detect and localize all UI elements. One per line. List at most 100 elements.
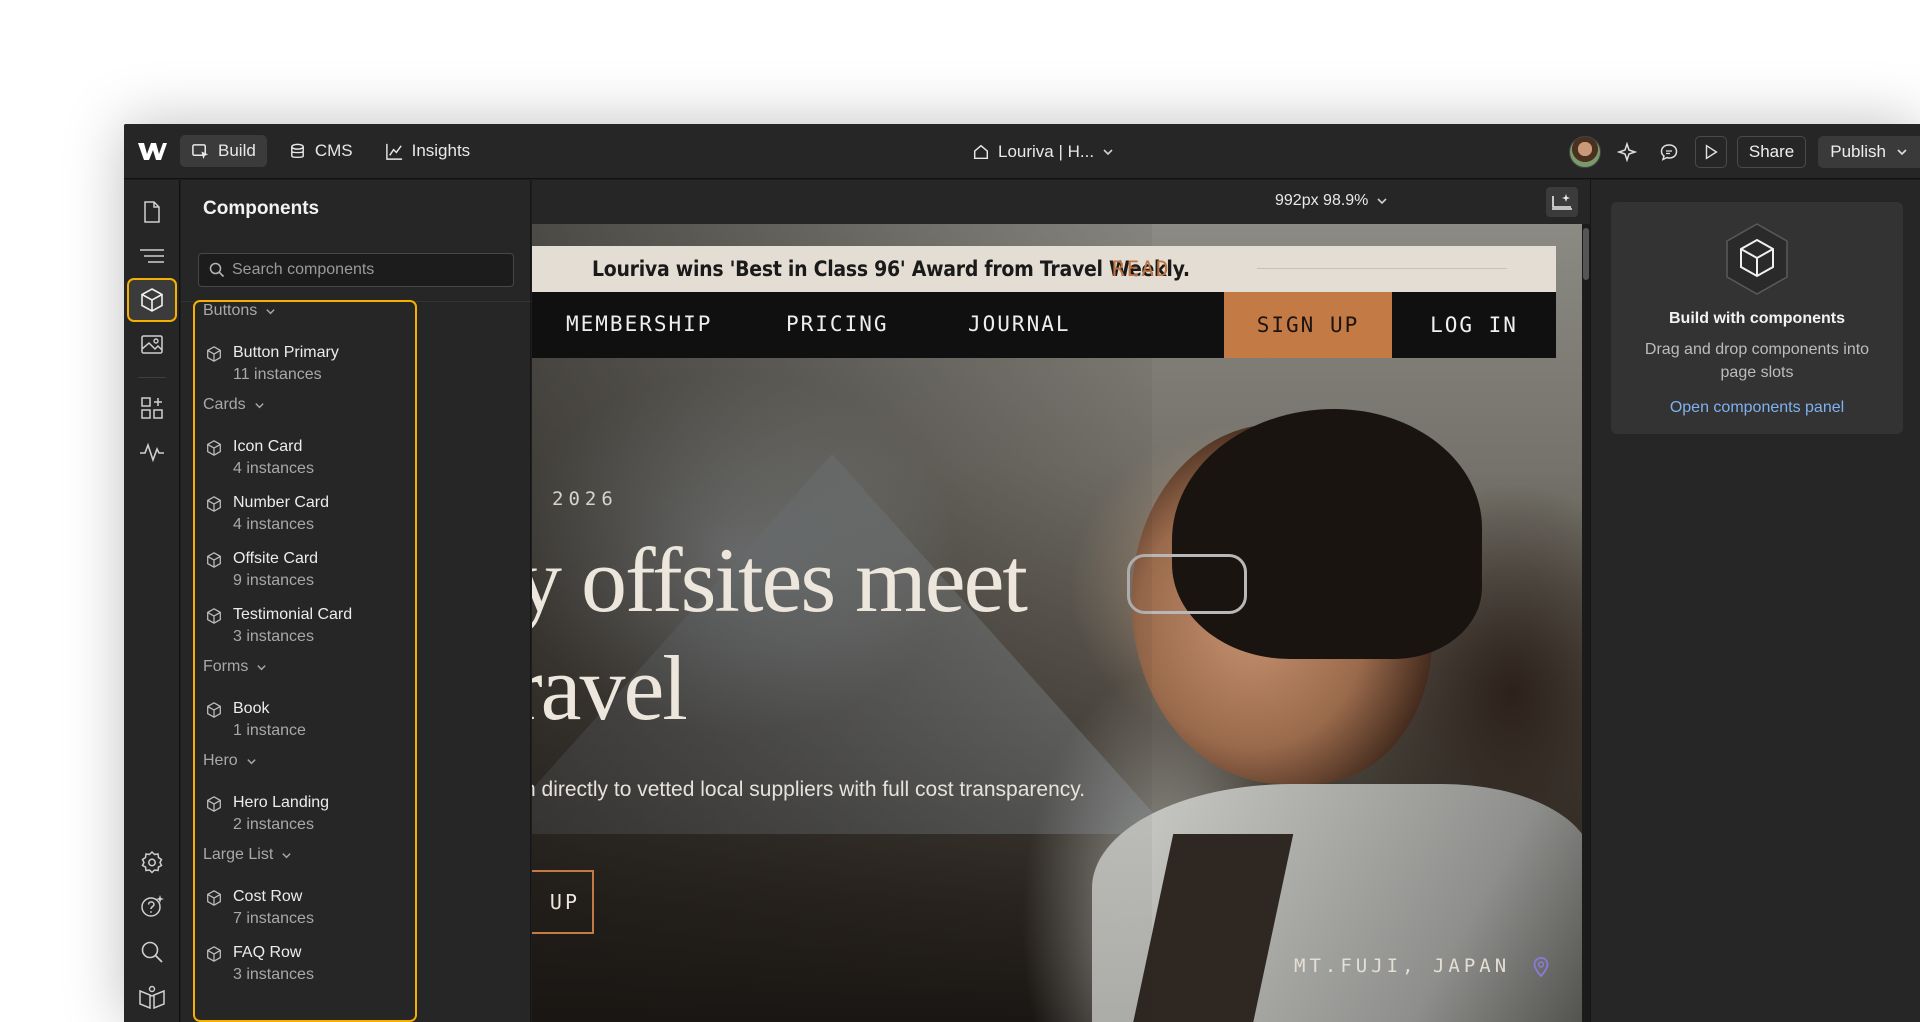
hero-subline: n directly to vetted local suppliers wit… [532, 778, 1086, 801]
play-icon [1705, 143, 1718, 160]
page-selector[interactable]: Louriva | H... [972, 136, 1114, 168]
component-item[interactable]: Testimonial Card 3 instances [205, 606, 405, 652]
apps-icon[interactable] [127, 386, 177, 430]
settings-icon[interactable] [127, 840, 177, 884]
component-instance-count: 3 instances [233, 628, 314, 645]
component-name: Hero Landing [233, 794, 330, 811]
rail-divider [138, 377, 166, 378]
designer-window: Build CMS Insights Louriva | H... Share … [124, 124, 1920, 1022]
component-item[interactable]: FAQ Row 3 instances [205, 944, 405, 990]
canvas-scroll-thumb[interactable] [1583, 228, 1589, 280]
page-name: Louriva | H... [998, 142, 1095, 161]
component-item[interactable]: Cost Row 7 instances [205, 888, 405, 934]
component-group-cards[interactable]: Cards [203, 396, 265, 414]
publish-label: Publish [1830, 141, 1886, 161]
component-cube-icon [1724, 222, 1790, 301]
nav-cms-button[interactable]: CMS [277, 135, 364, 167]
location-pin-icon [1532, 956, 1550, 983]
component-instance-count: 9 instances [233, 572, 314, 589]
chevron-down-icon [1103, 149, 1113, 156]
component-item[interactable]: Offsite Card 9 instances [205, 550, 405, 596]
search-icon[interactable] [127, 930, 177, 974]
component-instance-count: 1 instance [233, 722, 306, 739]
component-item[interactable]: Book 1 instance [205, 700, 405, 746]
chevron-down-icon [1377, 198, 1387, 205]
tutorials-icon[interactable] [127, 976, 177, 1020]
component-name: Icon Card [233, 438, 303, 455]
breakpoint-zoom-select[interactable]: 992px 98.9% [1275, 192, 1388, 210]
share-button[interactable]: Share [1736, 135, 1807, 168]
nav-insights-button[interactable]: Insights [374, 135, 482, 167]
help-icon[interactable] [127, 884, 177, 928]
site-navbar[interactable]: MEMBERSHIP PRICING JOURNAL SIGN UP LOG I… [532, 292, 1556, 358]
empty-state-title: Build with components [1669, 310, 1845, 327]
group-label: Large List [203, 846, 274, 863]
top-right-actions: Share Publish [1568, 124, 1920, 179]
component-instance-count: 11 instances [233, 366, 322, 383]
component-item[interactable]: Hero Landing 2 instances [205, 794, 405, 840]
nav-build-button[interactable]: Build [180, 135, 267, 167]
ai-assistant-button[interactable] [1611, 136, 1643, 168]
component-item[interactable]: Button Primary 11 instances [205, 344, 405, 390]
desktop-breakpoint-icon[interactable] [1546, 187, 1578, 217]
site-nav-membership[interactable]: MEMBERSHIP [566, 312, 712, 336]
component-group-large-list[interactable]: Large List [203, 846, 292, 864]
announcement-rule [1257, 268, 1507, 269]
site-nav-pricing[interactable]: PRICING [786, 312, 889, 336]
hero-cta-button[interactable]: UP [532, 870, 594, 934]
search-input[interactable] [232, 261, 502, 279]
webflow-logo-icon[interactable] [124, 124, 180, 179]
hero-location: MT.FUJI, JAPAN [1294, 955, 1511, 977]
component-icon [205, 701, 223, 724]
canvas-scrollbar[interactable] [1582, 224, 1590, 1022]
chevron-down-icon [281, 850, 292, 861]
chevron-down-icon [265, 306, 276, 317]
publish-button[interactable]: Publish [1818, 135, 1920, 168]
pages-icon[interactable] [127, 190, 177, 234]
component-name: Number Card [233, 494, 330, 511]
preview-button[interactable] [1694, 135, 1727, 168]
search-components[interactable] [198, 253, 514, 287]
chevron-down-icon [246, 756, 257, 767]
empty-state-card: Build with components Drag and drop comp… [1611, 202, 1903, 434]
zoom-label: 992px 98.9% [1275, 192, 1369, 209]
navigator-icon[interactable] [127, 234, 177, 278]
group-label: Forms [203, 658, 249, 675]
component-item[interactable]: Number Card 4 instances [205, 494, 405, 540]
design-canvas[interactable]: Louriva wins 'Best in Class 96' Award fr… [532, 224, 1590, 1022]
component-name: Cost Row [233, 888, 303, 905]
hero-headline-line-1: ny offsites meet [532, 529, 1028, 631]
database-icon [290, 143, 304, 158]
component-icon [205, 345, 223, 368]
components-icon[interactable] [127, 278, 177, 322]
hero-eyebrow: 2026 [552, 488, 618, 510]
activity-icon[interactable] [127, 430, 177, 474]
site-preview[interactable]: Louriva wins 'Best in Class 96' Award fr… [532, 224, 1582, 1022]
component-instance-count: 4 instances [233, 460, 314, 477]
comments-button[interactable] [1653, 136, 1685, 168]
avatar[interactable] [1568, 135, 1601, 168]
canvas-toolbar: 992px 98.9% [532, 180, 1685, 224]
component-icon [205, 889, 223, 912]
component-icon [205, 607, 223, 630]
component-group-buttons[interactable]: Buttons [203, 302, 276, 320]
component-group-forms[interactable]: Forms [203, 658, 267, 676]
site-login-button[interactable]: LOG IN [1394, 292, 1554, 358]
component-icon [205, 945, 223, 968]
open-components-panel-link[interactable]: Open components panel [1611, 399, 1903, 417]
cursor-icon [192, 143, 209, 159]
announcement-bar[interactable]: Louriva wins 'Best in Class 96' Award fr… [532, 246, 1556, 292]
announcement-read-link[interactable]: READ [1112, 257, 1171, 281]
component-icon [205, 495, 223, 518]
nav-build-label: Build [218, 141, 256, 160]
nav-cms-label: CMS [314, 141, 353, 160]
component-icon [205, 439, 223, 462]
site-nav-journal[interactable]: JOURNAL [968, 312, 1071, 336]
empty-state-description: Drag and drop components into page slots [1644, 341, 1870, 381]
component-group-hero[interactable]: Hero [203, 752, 257, 770]
assets-icon[interactable] [127, 322, 177, 366]
component-item[interactable]: Icon Card 4 instances [205, 438, 405, 484]
group-label: Cards [203, 396, 246, 413]
component-instance-count: 4 instances [233, 516, 314, 533]
site-signup-button[interactable]: SIGN UP [1224, 292, 1392, 358]
